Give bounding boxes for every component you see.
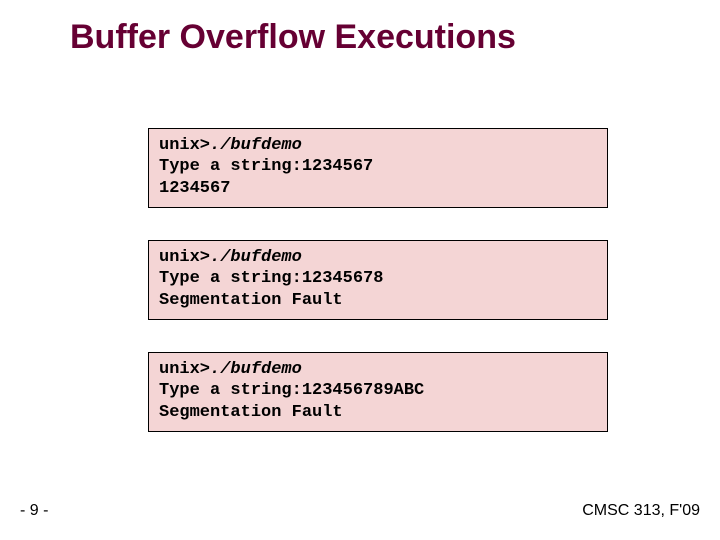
cmd-line: unix>./bufdemo bbox=[159, 359, 597, 380]
user-input: 12345678 bbox=[302, 269, 384, 288]
page-title: Buffer Overflow Executions bbox=[70, 18, 516, 57]
output-line: Segmentation Fault bbox=[159, 290, 597, 311]
prompt: unix> bbox=[159, 248, 210, 267]
page-number: - 9 - bbox=[20, 502, 48, 520]
command: ./bufdemo bbox=[210, 248, 302, 267]
slide: Buffer Overflow Executions unix>./bufdem… bbox=[0, 0, 720, 540]
footer: CMSC 313, F'09 bbox=[582, 502, 700, 520]
code-box-1: unix>./bufdemo Type a string:1234567 123… bbox=[148, 128, 608, 208]
prompt: unix> bbox=[159, 360, 210, 379]
echo-label: Type a string: bbox=[159, 381, 302, 400]
user-input: 1234567 bbox=[302, 157, 373, 176]
code-box-2: unix>./bufdemo Type a string:12345678 Se… bbox=[148, 240, 608, 320]
echo-label: Type a string: bbox=[159, 157, 302, 176]
output-line: 1234567 bbox=[159, 178, 597, 199]
command: ./bufdemo bbox=[210, 360, 302, 379]
prompt: unix> bbox=[159, 136, 210, 155]
input-line: Type a string:1234567 bbox=[159, 156, 597, 177]
echo-label: Type a string: bbox=[159, 269, 302, 288]
code-box-3: unix>./bufdemo Type a string:123456789AB… bbox=[148, 352, 608, 432]
command: ./bufdemo bbox=[210, 136, 302, 155]
user-input: 123456789ABC bbox=[302, 381, 424, 400]
output-line: Segmentation Fault bbox=[159, 402, 597, 423]
cmd-line: unix>./bufdemo bbox=[159, 247, 597, 268]
input-line: Type a string:123456789ABC bbox=[159, 380, 597, 401]
cmd-line: unix>./bufdemo bbox=[159, 135, 597, 156]
input-line: Type a string:12345678 bbox=[159, 268, 597, 289]
